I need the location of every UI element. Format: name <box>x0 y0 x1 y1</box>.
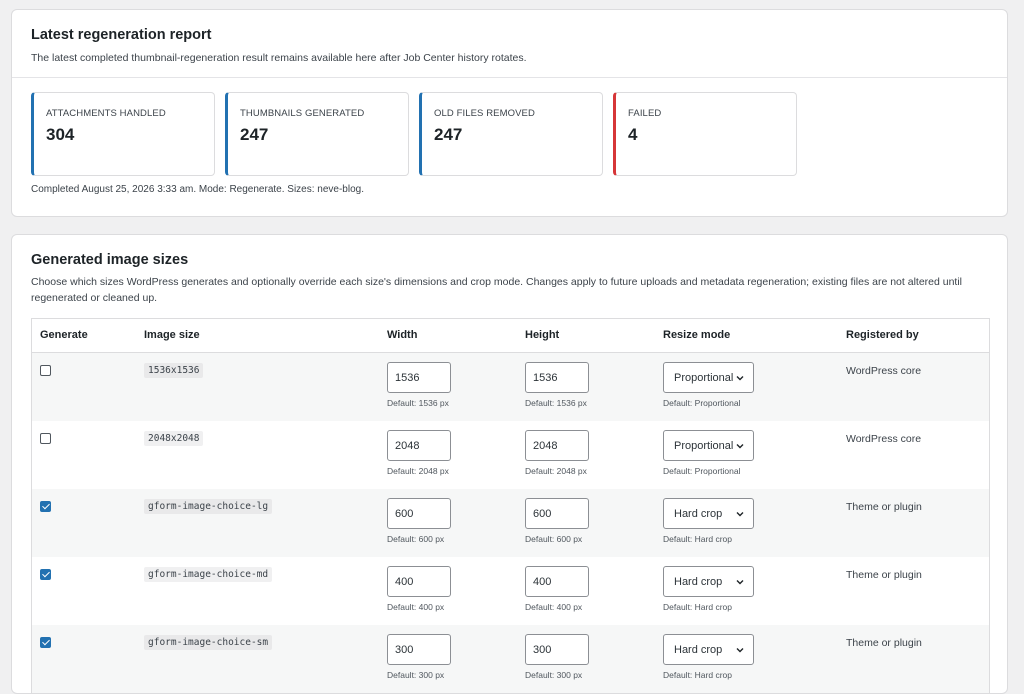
resize-mode-value: Hard crop <box>674 508 723 520</box>
height-default: Default: 300 px <box>525 670 583 680</box>
resize-mode-value: Hard crop <box>674 576 723 588</box>
table-header: Generate Image size Width Height Resize … <box>32 319 989 353</box>
height-default: Default: 600 px <box>525 534 583 544</box>
stat-value: 247 <box>240 125 269 144</box>
generate-checkbox[interactable] <box>40 501 51 512</box>
registered-by: Theme or plugin <box>846 501 922 513</box>
stat-thumbnails-generated: THUMBNAILS GENERATED 247 <box>225 92 409 176</box>
generate-checkbox[interactable] <box>40 365 51 376</box>
generate-checkbox[interactable] <box>40 569 51 580</box>
registered-by: Theme or plugin <box>846 637 922 649</box>
image-size-name: 1536x1536 <box>144 363 204 378</box>
height-input[interactable] <box>525 566 589 597</box>
resize-mode-select[interactable]: Hard crop <box>663 566 754 597</box>
resize-mode-value: Hard crop <box>674 644 723 656</box>
stat-failed: FAILED 4 <box>613 92 797 176</box>
stat-value: 247 <box>434 125 463 144</box>
resize-mode-default: Default: Hard crop <box>663 670 732 680</box>
height-default: Default: 2048 px <box>525 466 587 476</box>
width-default: Default: 600 px <box>387 534 445 544</box>
registered-by: WordPress core <box>846 365 922 377</box>
chevron-down-icon <box>736 444 744 449</box>
table-row: 2048x2048 Default: 2048 px Default: 2048… <box>32 421 989 489</box>
width-input[interactable] <box>387 430 451 461</box>
column-header-width: Width <box>387 329 418 341</box>
stat-label: OLD FILES REMOVED <box>434 108 535 119</box>
column-header-height: Height <box>525 329 560 341</box>
height-input[interactable] <box>525 362 589 393</box>
resize-mode-default: Default: Proportional <box>663 398 741 408</box>
height-input[interactable] <box>525 430 589 461</box>
width-input[interactable] <box>387 362 451 393</box>
image-size-name: gform-image-choice-md <box>144 567 273 582</box>
column-header-registered-by: Registered by <box>846 329 919 341</box>
table-row: gform-image-choice-lg Default: 600 px De… <box>32 489 989 557</box>
width-input[interactable] <box>387 498 451 529</box>
image-sizes-table: Generate Image size Width Height Resize … <box>31 318 990 693</box>
width-default: Default: 1536 px <box>387 398 449 408</box>
resize-mode-select[interactable]: Proportional <box>663 430 754 461</box>
image-size-name: 2048x2048 <box>144 431 204 446</box>
width-input[interactable] <box>387 566 451 597</box>
chevron-down-icon <box>736 580 744 585</box>
height-input[interactable] <box>525 634 589 665</box>
resize-mode-default: Default: Hard crop <box>663 602 732 612</box>
report-title: Latest regeneration report <box>31 27 212 43</box>
sizes-title: Generated image sizes <box>31 252 189 268</box>
height-default: Default: 1536 px <box>525 398 587 408</box>
generate-checkbox[interactable] <box>40 637 51 648</box>
stat-label: ATTACHMENTS HANDLED <box>46 108 166 119</box>
report-divider <box>12 77 1007 78</box>
resize-mode-default: Default: Hard crop <box>663 534 732 544</box>
table-row: 1536x1536 Default: 1536 px Default: 1536… <box>32 353 989 421</box>
image-sizes-card: Generated image sizes Choose which sizes… <box>11 234 1008 694</box>
height-input[interactable] <box>525 498 589 529</box>
image-size-name: gform-image-choice-sm <box>144 635 273 650</box>
regeneration-report-card: Latest regeneration report The latest co… <box>11 9 1008 217</box>
resize-mode-select[interactable]: Hard crop <box>663 634 754 665</box>
resize-mode-value: Proportional <box>674 440 734 452</box>
chevron-down-icon <box>736 648 744 653</box>
resize-mode-select[interactable]: Hard crop <box>663 498 754 529</box>
width-input[interactable] <box>387 634 451 665</box>
width-default: Default: 400 px <box>387 602 445 612</box>
table-row: gform-image-choice-sm Default: 300 px De… <box>32 625 989 693</box>
column-header-image-size: Image size <box>144 329 200 341</box>
stat-attachments-handled: ATTACHMENTS HANDLED 304 <box>31 92 215 176</box>
generate-checkbox[interactable] <box>40 433 51 444</box>
stat-old-files-removed: OLD FILES REMOVED 247 <box>419 92 603 176</box>
resize-mode-default: Default: Proportional <box>663 466 741 476</box>
stat-value: 4 <box>628 125 638 144</box>
registered-by: Theme or plugin <box>846 569 922 581</box>
stat-label: FAILED <box>628 108 662 119</box>
resize-mode-value: Proportional <box>674 372 734 384</box>
column-header-generate: Generate <box>40 329 88 341</box>
column-header-resize-mode: Resize mode <box>663 329 731 341</box>
chevron-down-icon <box>736 512 744 517</box>
resize-mode-select[interactable]: Proportional <box>663 362 754 393</box>
stat-value: 304 <box>46 125 75 144</box>
registered-by: WordPress core <box>846 433 922 445</box>
report-description: The latest completed thumbnail-regenerat… <box>31 52 527 64</box>
height-default: Default: 400 px <box>525 602 583 612</box>
width-default: Default: 300 px <box>387 670 445 680</box>
sizes-description: Choose which sizes WordPress generates a… <box>31 276 963 304</box>
chevron-down-icon <box>736 376 744 381</box>
report-footer: Completed August 25, 2026 3:33 am. Mode:… <box>31 184 364 195</box>
stat-label: THUMBNAILS GENERATED <box>240 108 365 119</box>
table-row: gform-image-choice-md Default: 400 px De… <box>32 557 989 625</box>
image-size-name: gform-image-choice-lg <box>144 499 273 514</box>
width-default: Default: 2048 px <box>387 466 449 476</box>
